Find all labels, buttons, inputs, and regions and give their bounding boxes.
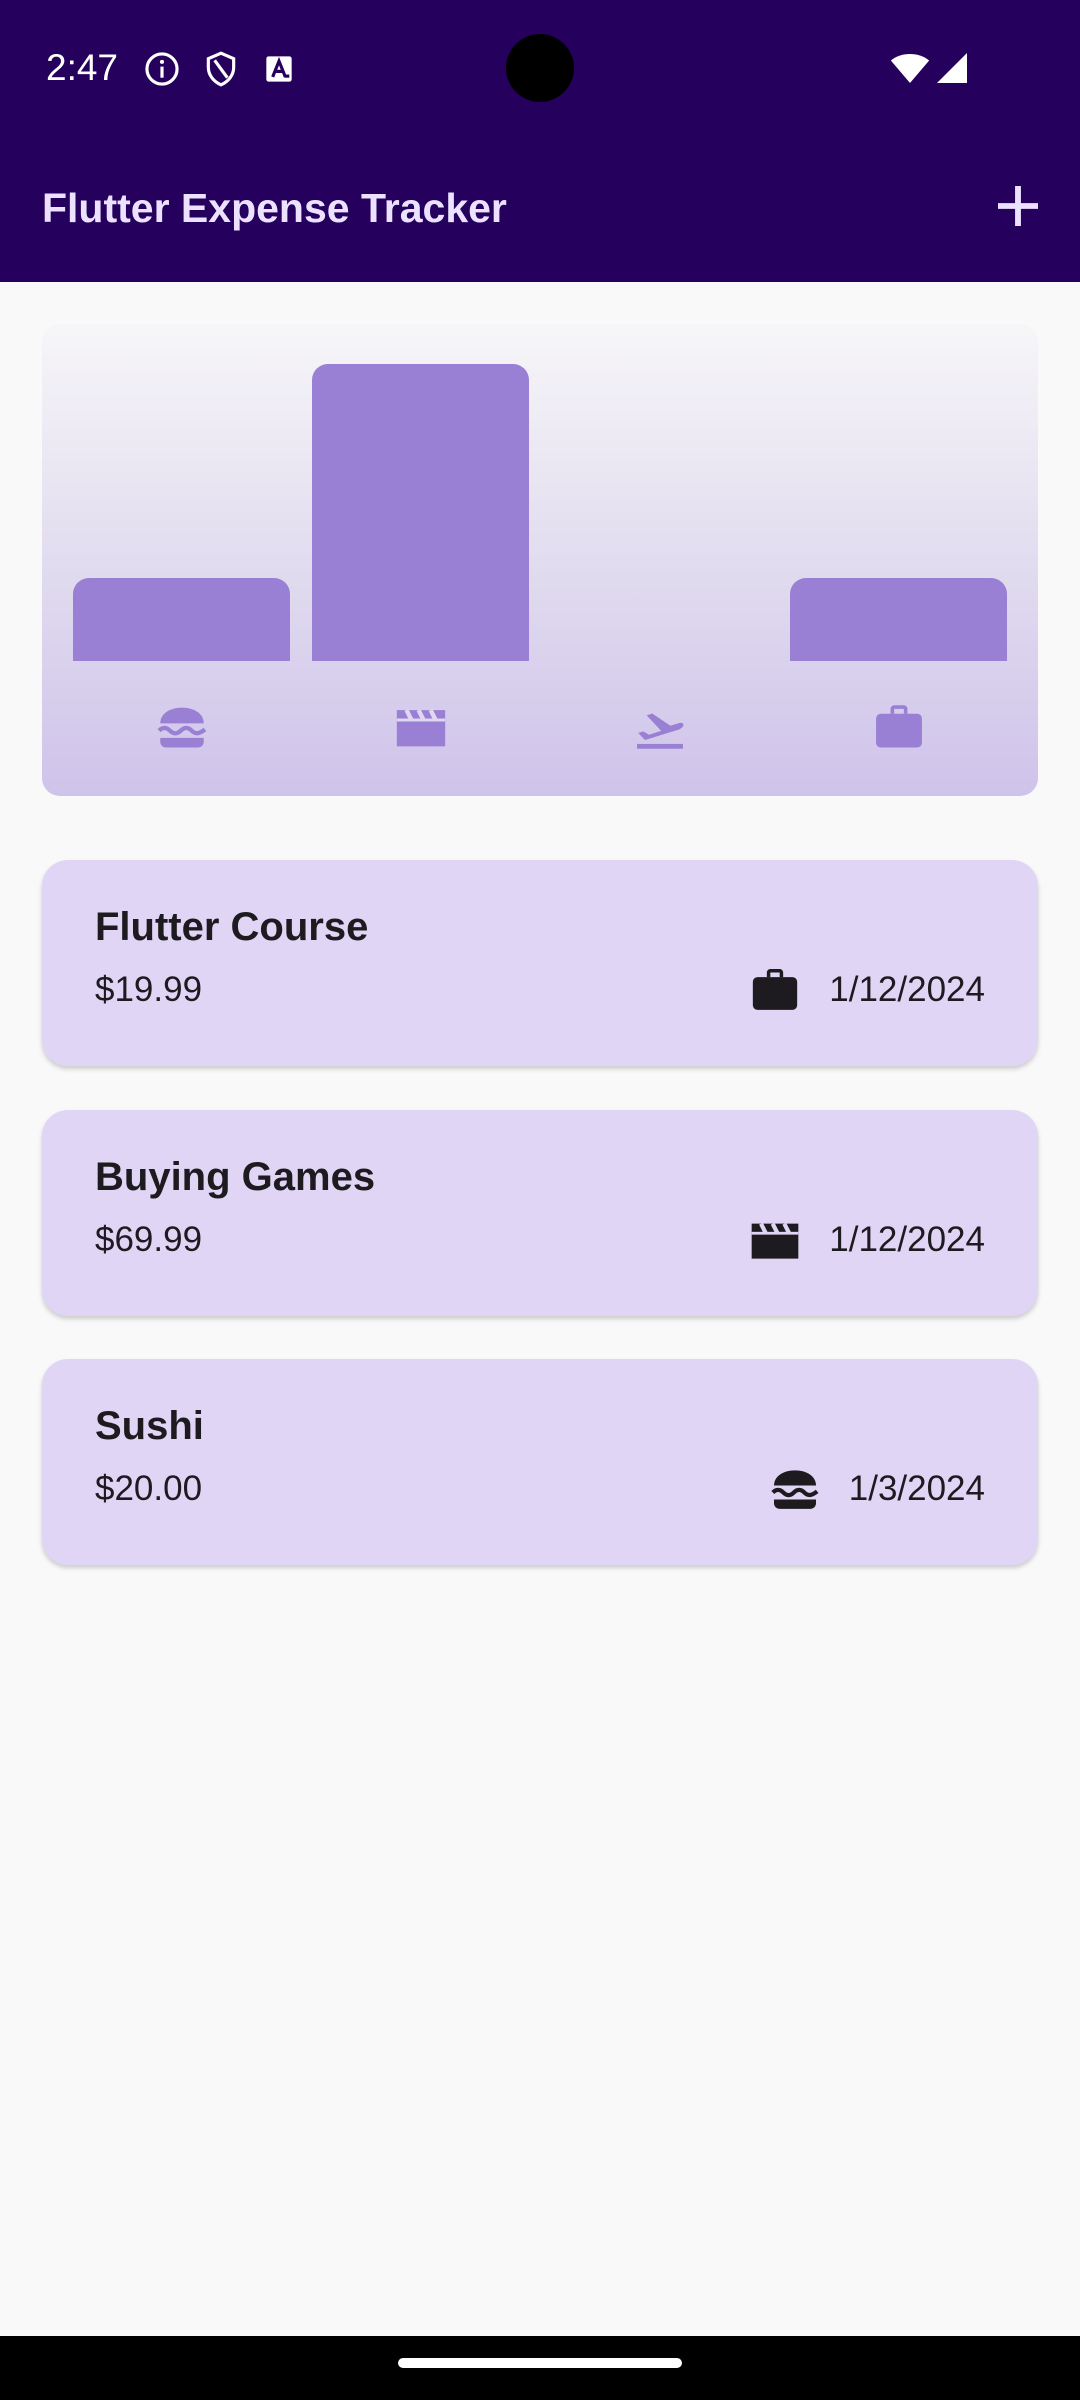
expense-item[interactable]: Flutter Course $19.99 1/12/2024 xyxy=(42,860,1038,1066)
burger-icon xyxy=(157,707,207,748)
expense-chart xyxy=(42,324,1038,796)
system-nav-bar xyxy=(0,2336,1080,2400)
flight-takeoff-icon xyxy=(637,713,684,749)
signal-icon xyxy=(937,53,967,83)
expense-title: Flutter Course xyxy=(95,905,369,949)
chart-bar-food xyxy=(73,577,290,661)
expense-date: 1/12/2024 xyxy=(829,970,985,1009)
keyboard-a-icon xyxy=(266,56,292,82)
chart-bar-work xyxy=(790,577,1007,661)
chart-bar-leisure xyxy=(312,364,529,661)
status-bar: 2:47 xyxy=(0,0,1080,140)
camera-cutout xyxy=(506,34,574,102)
add-expense-button[interactable] xyxy=(986,174,1050,238)
expense-title: Buying Games xyxy=(95,1155,376,1199)
expense-meta: 1/3/2024 xyxy=(767,1461,985,1517)
expense-date: 1/3/2024 xyxy=(848,1469,985,1508)
status-time: 2:47 xyxy=(46,47,119,88)
briefcase-icon xyxy=(876,705,922,748)
briefcase-icon xyxy=(753,969,798,1010)
app-bar: Flutter Expense Tracker xyxy=(0,140,1080,282)
info-icon xyxy=(145,52,179,86)
expense-amount: $20.00 xyxy=(95,1469,203,1508)
home-gesture-handle[interactable] xyxy=(398,2358,682,2368)
wifi-icon xyxy=(890,54,930,83)
expense-title: Sushi xyxy=(95,1404,204,1448)
chart-bars-area xyxy=(73,324,1007,661)
shield-icon xyxy=(206,51,236,87)
burger-icon xyxy=(771,1470,819,1509)
expense-meta: 1/12/2024 xyxy=(747,962,985,1018)
expense-date: 1/12/2024 xyxy=(829,1220,985,1259)
clapperboard-icon xyxy=(396,709,446,747)
expense-item[interactable]: Buying Games $69.99 1/12/2024 xyxy=(42,1110,1038,1316)
expense-amount: $69.99 xyxy=(95,1220,203,1259)
expense-meta: 1/12/2024 xyxy=(747,1212,985,1268)
clapperboard-icon xyxy=(751,1222,799,1259)
expense-item[interactable]: Sushi $20.00 1/3/2024 xyxy=(42,1359,1038,1565)
app-title: Flutter Expense Tracker xyxy=(42,185,507,231)
expense-amount: $19.99 xyxy=(95,970,203,1009)
